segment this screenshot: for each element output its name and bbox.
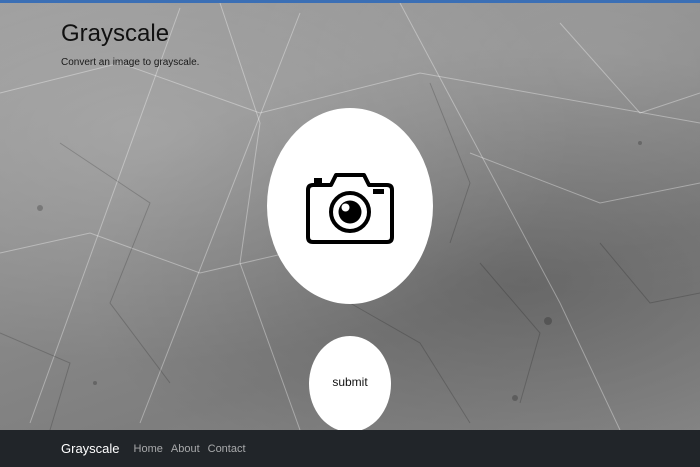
page-subtitle: Convert an image to grayscale. bbox=[61, 57, 200, 68]
nav-link-home[interactable]: Home bbox=[134, 443, 163, 455]
navbar-brand[interactable]: Grayscale bbox=[61, 441, 120, 456]
nav-link-about[interactable]: About bbox=[171, 443, 200, 455]
nav-link-contact[interactable]: Contact bbox=[208, 443, 246, 455]
camera-icon bbox=[306, 173, 394, 244]
bottom-navbar: Grayscale Home About Contact bbox=[0, 430, 700, 467]
submit-button[interactable]: submit bbox=[309, 336, 391, 432]
page-title: Grayscale bbox=[61, 20, 170, 47]
image-upload-button[interactable] bbox=[267, 108, 433, 304]
